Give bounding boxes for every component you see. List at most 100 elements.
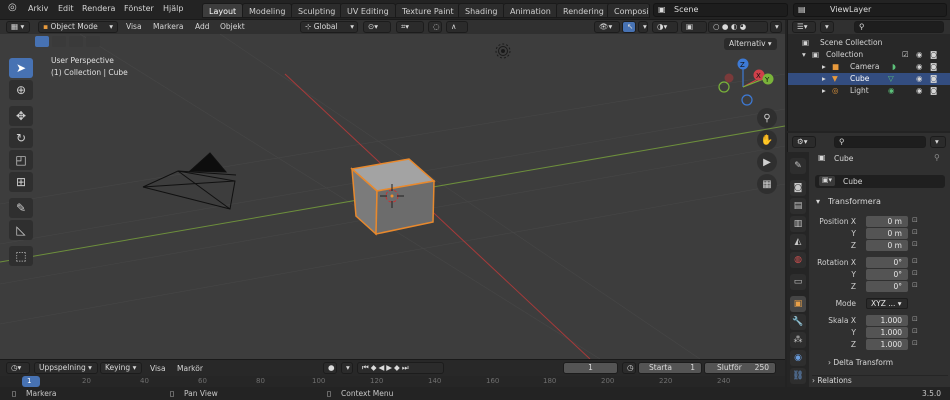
rotation-y-field[interactable]: 0° xyxy=(866,269,908,280)
tab-texture-paint[interactable]: Texture Paint xyxy=(395,3,461,18)
select-mode-buttons[interactable] xyxy=(35,36,103,47)
proportional-edit-button[interactable]: ◌ xyxy=(428,21,442,33)
lock-icon[interactable]: ⊡ xyxy=(912,281,918,289)
annotate-tool-button[interactable]: ✎ xyxy=(9,198,33,218)
scale-z-field[interactable]: 1.000 xyxy=(866,339,908,350)
location-z-field[interactable]: 0 m xyxy=(866,240,908,251)
end-frame-field[interactable]: Slutför 250 xyxy=(704,362,776,374)
outliner-editor-type-button[interactable]: ☰▾ xyxy=(792,21,816,33)
outliner-item-light[interactable]: ▸ ◎ Light ◉ ◉ ◙ xyxy=(788,85,950,97)
camera-render-icon[interactable]: ◙ xyxy=(930,61,937,73)
pin-icon[interactable]: ⚲ xyxy=(934,153,940,162)
eye-icon[interactable]: ◉ xyxy=(916,85,923,97)
tab-modeling[interactable]: Modeling xyxy=(242,3,293,18)
relations-panel-header[interactable]: › Relations xyxy=(812,375,948,387)
particles-tab[interactable]: ⁂ xyxy=(790,332,806,348)
3d-viewport[interactable]: Z X Y User Perspective (1) Collection | … xyxy=(0,34,785,359)
rotate-tool-button[interactable]: ↻ xyxy=(9,128,33,148)
delta-transform-subpanel[interactable]: › Delta Transform xyxy=(828,358,946,370)
menu-add[interactable]: Add xyxy=(195,22,210,31)
scale-x-field[interactable]: 1.000 xyxy=(866,315,908,326)
camera-render-icon[interactable]: ◙ xyxy=(930,85,937,97)
rotation-z-field[interactable]: 0° xyxy=(866,281,908,292)
camera-render-icon[interactable]: ◙ xyxy=(930,73,937,85)
tab-uv-editing[interactable]: UV Editing xyxy=(340,3,396,18)
outliner-collection[interactable]: ▾ ▣ Collection ☑ ◉ ◙ xyxy=(788,49,950,61)
select-tool-button[interactable]: ➤ xyxy=(9,58,33,78)
eye-icon[interactable]: ◉ xyxy=(916,49,923,61)
gizmo-dropdown[interactable]: ▾ xyxy=(638,21,648,33)
object-name-field[interactable]: ▣▾ Cube xyxy=(815,175,945,188)
menu-help[interactable]: Hjälp xyxy=(163,4,183,13)
render-tab[interactable]: ◙ xyxy=(790,180,806,196)
collection-tab[interactable]: ▭ xyxy=(790,274,806,290)
menu-object[interactable]: Objekt xyxy=(220,22,245,31)
lock-icon[interactable]: ⊡ xyxy=(912,216,918,224)
tab-layout[interactable]: Layout xyxy=(202,3,244,18)
modifiers-tab[interactable]: 🔧 xyxy=(790,314,806,330)
overlays-button[interactable]: ◑▾ xyxy=(652,21,678,33)
keying-dropdown[interactable]: Keying ▾ xyxy=(100,362,142,374)
tab-shading[interactable]: Shading xyxy=(458,3,505,18)
menu-file[interactable]: Arkiv xyxy=(28,4,48,13)
filter-dropdown[interactable]: ▾ xyxy=(820,21,834,33)
playback-controls[interactable]: ⏮◆◀▶◆⏭ xyxy=(357,362,444,374)
preview-range-button[interactable]: ◷ xyxy=(622,362,636,374)
tab-compositing[interactable]: Composi xyxy=(607,3,650,18)
mode-dropdown[interactable]: ▪ Object Mode ▾ xyxy=(38,21,118,33)
tab-animation[interactable]: Animation xyxy=(503,3,558,18)
lock-icon[interactable]: ⊡ xyxy=(912,228,918,236)
tab-rendering[interactable]: Rendering xyxy=(556,3,611,18)
scale-tool-button[interactable]: ◰ xyxy=(9,150,33,170)
tab-sculpting[interactable]: Sculpting xyxy=(291,3,343,18)
timeline-ruler[interactable]: 1 20 40 60 80 100 120 140 160 180 200 22… xyxy=(0,376,785,387)
measure-tool-button[interactable]: ◺ xyxy=(9,220,33,240)
pan-button[interactable]: ✋ xyxy=(757,130,777,150)
add-cube-tool-button[interactable]: ⬚ xyxy=(9,246,33,266)
object-tab[interactable]: ▣ xyxy=(790,296,806,312)
transform-tool-button[interactable]: ⊞ xyxy=(9,172,33,192)
constraints-tab[interactable]: ⛓ xyxy=(790,368,806,384)
location-y-field[interactable]: 0 m xyxy=(866,228,908,239)
lock-icon[interactable]: ⊡ xyxy=(912,339,918,347)
menu-window[interactable]: Fönster xyxy=(124,4,154,13)
editor-type-button[interactable]: ▦ ▾ xyxy=(6,21,30,33)
checkbox-icon[interactable]: ☑ xyxy=(902,49,909,61)
outliner-scene-collection[interactable]: ▣ Scene Collection xyxy=(788,37,950,49)
lock-icon[interactable]: ⊡ xyxy=(912,315,918,323)
rotation-mode-dropdown[interactable]: XYZ ... ▾ xyxy=(866,298,908,309)
xray-button[interactable]: ▣ xyxy=(681,21,707,33)
outliner-search-input[interactable]: ⚲ xyxy=(854,21,944,33)
falloff-button[interactable]: ∧ xyxy=(446,21,468,33)
blender-logo-icon[interactable]: ◎ xyxy=(8,2,17,13)
current-frame-field[interactable]: 1 xyxy=(563,362,618,374)
properties-search-input[interactable]: ⚲ xyxy=(834,136,926,148)
camera-view-button[interactable]: ▶ xyxy=(757,152,777,172)
record-button[interactable]: ● xyxy=(323,362,337,374)
shading-mode-buttons[interactable]: ○ ● ◐ ◕ xyxy=(708,21,768,33)
menu-view[interactable]: Visa xyxy=(126,22,142,31)
outliner-item-camera[interactable]: ▸ ■ Camera ◗ ◉ ◙ xyxy=(788,61,950,73)
eye-icon[interactable]: ◉ xyxy=(916,61,923,73)
lock-icon[interactable]: ⊡ xyxy=(912,257,918,265)
zoom-button[interactable]: ⚲ xyxy=(757,108,777,128)
lock-icon[interactable]: ⊡ xyxy=(912,269,918,277)
output-tab[interactable]: ▤ xyxy=(790,198,806,214)
start-frame-field[interactable]: Starta 1 xyxy=(638,362,702,374)
outliner-item-cube[interactable]: ▸ ▼ Cube ▽ ◉ ◙ xyxy=(788,73,950,85)
menu-view[interactable]: Visa xyxy=(150,364,166,373)
move-tool-button[interactable]: ✥ xyxy=(9,106,33,126)
timeline-editor-type-button[interactable]: ◷▾ xyxy=(6,362,30,374)
shading-options-dropdown[interactable]: ▾ xyxy=(770,21,782,33)
cursor-tool-button[interactable]: ⊕ xyxy=(9,80,33,100)
view-layer-selector[interactable]: ▤ ViewLayer xyxy=(793,3,947,17)
visibility-button[interactable]: 👁▾ xyxy=(594,21,620,33)
rotation-x-field[interactable]: 0° xyxy=(866,257,908,268)
world-tab[interactable]: ◍ xyxy=(790,252,806,268)
physics-tab[interactable]: ◉ xyxy=(790,350,806,366)
properties-options-dropdown[interactable]: ▾ xyxy=(930,136,946,148)
options-button[interactable]: Alternativ ▾ xyxy=(724,38,777,50)
transform-panel-header[interactable]: ▾ Transformera xyxy=(812,195,948,209)
location-x-field[interactable]: 0 m xyxy=(866,216,908,227)
properties-editor-type-button[interactable]: ⚙▾ xyxy=(792,136,816,148)
